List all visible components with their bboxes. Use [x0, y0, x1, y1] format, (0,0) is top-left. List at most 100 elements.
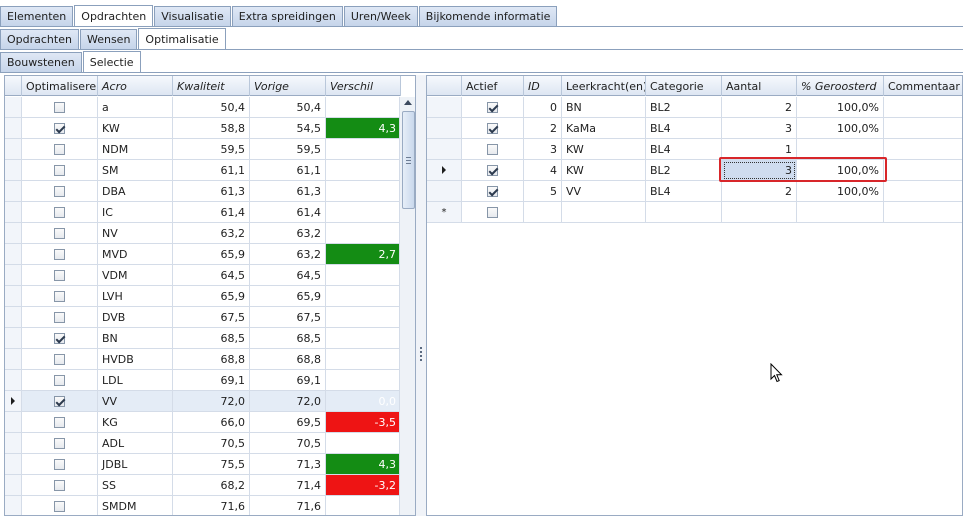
acro-cell[interactable]: a: [98, 97, 173, 118]
actief-checkbox[interactable]: [487, 164, 498, 176]
vorige-cell[interactable]: 67,5: [250, 307, 326, 328]
optimaliseren-checkbox[interactable]: [54, 353, 65, 365]
optimaliseren-cell[interactable]: [22, 307, 98, 328]
assignments-grid[interactable]: Actief ID Leerkracht(en) Categorie Aanta…: [426, 75, 963, 516]
optimaliseren-checkbox[interactable]: [54, 185, 65, 197]
tab-bijkomende-informatie[interactable]: Bijkomende informatie: [418, 6, 558, 26]
vorige-cell[interactable]: 68,5: [250, 328, 326, 349]
kwaliteit-cell[interactable]: 66,0: [173, 412, 250, 433]
verschil-cell[interactable]: 2,7: [326, 244, 401, 265]
categorie-cell[interactable]: BL2: [646, 160, 722, 181]
row-selector[interactable]: [5, 244, 22, 265]
column-header-verschil[interactable]: Verschil: [326, 76, 401, 96]
kwaliteit-cell[interactable]: 70,5: [173, 433, 250, 454]
optimaliseren-cell[interactable]: [22, 496, 98, 515]
optimaliseren-cell[interactable]: [22, 181, 98, 202]
verschil-cell[interactable]: [326, 139, 401, 160]
optimaliseren-checkbox[interactable]: [54, 416, 65, 428]
teacher-quality-grid[interactable]: Optimaliseren Acro Kwaliteit Vorige Vers…: [4, 75, 416, 516]
optimaliseren-checkbox[interactable]: [54, 143, 65, 155]
commentaar-cell[interactable]: [884, 181, 962, 202]
table-row[interactable]: NV 63,2 63,2: [5, 223, 401, 244]
verschil-cell[interactable]: [326, 265, 401, 286]
verschil-cell[interactable]: [326, 97, 401, 118]
aantal-cell[interactable]: 2: [722, 181, 797, 202]
verschil-cell[interactable]: [326, 433, 401, 454]
leerkracht-cell[interactable]: VV: [562, 181, 646, 202]
verschil-cell[interactable]: [326, 496, 401, 515]
kwaliteit-cell[interactable]: 61,4: [173, 202, 250, 223]
kwaliteit-cell[interactable]: 67,5: [173, 307, 250, 328]
vorige-cell[interactable]: 61,4: [250, 202, 326, 223]
row-selector[interactable]: *: [427, 202, 462, 223]
acro-cell[interactable]: NV: [98, 223, 173, 244]
table-row[interactable]: MVD 65,9 63,2 2,7: [5, 244, 401, 265]
row-selector[interactable]: [5, 286, 22, 307]
table-row[interactable]: LDL 69,1 69,1: [5, 370, 401, 391]
subtab-bouwstenen[interactable]: Bouwstenen: [0, 52, 82, 72]
geroosterd-cell[interactable]: 100,0%: [797, 97, 884, 118]
optimaliseren-checkbox[interactable]: [54, 479, 65, 491]
vorige-cell[interactable]: 63,2: [250, 223, 326, 244]
acro-cell[interactable]: HVDB: [98, 349, 173, 370]
row-selector[interactable]: [5, 370, 22, 391]
vorige-cell[interactable]: 59,5: [250, 139, 326, 160]
row-selector[interactable]: [5, 496, 22, 515]
aantal-cell[interactable]: 3: [722, 118, 797, 139]
verschil-cell[interactable]: 0,0: [326, 391, 401, 412]
vorige-cell[interactable]: 72,0: [250, 391, 326, 412]
actief-cell[interactable]: [462, 181, 524, 202]
actief-checkbox[interactable]: [487, 122, 498, 134]
table-row[interactable]: LVH 65,9 65,9: [5, 286, 401, 307]
optimaliseren-checkbox[interactable]: [54, 248, 65, 260]
optimaliseren-cell[interactable]: [22, 391, 98, 412]
optimaliseren-cell[interactable]: [22, 454, 98, 475]
categorie-cell[interactable]: BL4: [646, 118, 722, 139]
leerkracht-cell[interactable]: KW: [562, 160, 646, 181]
vertical-scrollbar[interactable]: [399, 97, 415, 515]
optimaliseren-checkbox[interactable]: [54, 101, 65, 113]
commentaar-cell[interactable]: [884, 118, 962, 139]
categorie-cell[interactable]: BL2: [646, 97, 722, 118]
kwaliteit-cell[interactable]: 68,8: [173, 349, 250, 370]
acro-cell[interactable]: KG: [98, 412, 173, 433]
acro-cell[interactable]: MVD: [98, 244, 173, 265]
acro-cell[interactable]: KW: [98, 118, 173, 139]
optimaliseren-cell[interactable]: [22, 160, 98, 181]
kwaliteit-cell[interactable]: 64,5: [173, 265, 250, 286]
table-row[interactable]: 0 BN BL2 2 100,0%: [427, 97, 962, 118]
optimaliseren-cell[interactable]: [22, 97, 98, 118]
table-row[interactable]: KW 58,8 54,5 4,3: [5, 118, 401, 139]
column-header-id[interactable]: ID: [524, 76, 562, 96]
tab-opdrachten[interactable]: Opdrachten: [74, 5, 154, 26]
subtab-optimalisatie[interactable]: Optimalisatie: [138, 28, 226, 49]
kwaliteit-cell[interactable]: 58,8: [173, 118, 250, 139]
row-selector[interactable]: [5, 349, 22, 370]
optimaliseren-cell[interactable]: [22, 370, 98, 391]
verschil-cell[interactable]: [326, 328, 401, 349]
acro-cell[interactable]: DBA: [98, 181, 173, 202]
optimaliseren-cell[interactable]: [22, 349, 98, 370]
id-cell[interactable]: 2: [524, 118, 562, 139]
leerkracht-cell[interactable]: BN: [562, 97, 646, 118]
kwaliteit-cell[interactable]: 68,5: [173, 328, 250, 349]
optimaliseren-checkbox[interactable]: [54, 395, 65, 407]
optimaliseren-checkbox[interactable]: [54, 437, 65, 449]
row-selector[interactable]: [5, 328, 22, 349]
acro-cell[interactable]: NDM: [98, 139, 173, 160]
table-row[interactable]: SMDM 71,6 71,6: [5, 496, 401, 515]
verschil-cell[interactable]: [326, 370, 401, 391]
acro-cell[interactable]: SM: [98, 160, 173, 181]
id-cell[interactable]: 3: [524, 139, 562, 160]
actief-checkbox[interactable]: [487, 101, 498, 113]
vorige-cell[interactable]: 71,4: [250, 475, 326, 496]
table-row[interactable]: HVDB 68,8 68,8: [5, 349, 401, 370]
row-selector[interactable]: [427, 160, 462, 181]
acro-cell[interactable]: LVH: [98, 286, 173, 307]
vorige-cell[interactable]: 63,2: [250, 244, 326, 265]
geroosterd-cell[interactable]: 100,0%: [797, 118, 884, 139]
actief-cell[interactable]: [462, 97, 524, 118]
table-row[interactable]: 2 KaMa BL4 3 100,0%: [427, 118, 962, 139]
column-header-actief[interactable]: Actief: [462, 76, 524, 96]
kwaliteit-cell[interactable]: 50,4: [173, 97, 250, 118]
